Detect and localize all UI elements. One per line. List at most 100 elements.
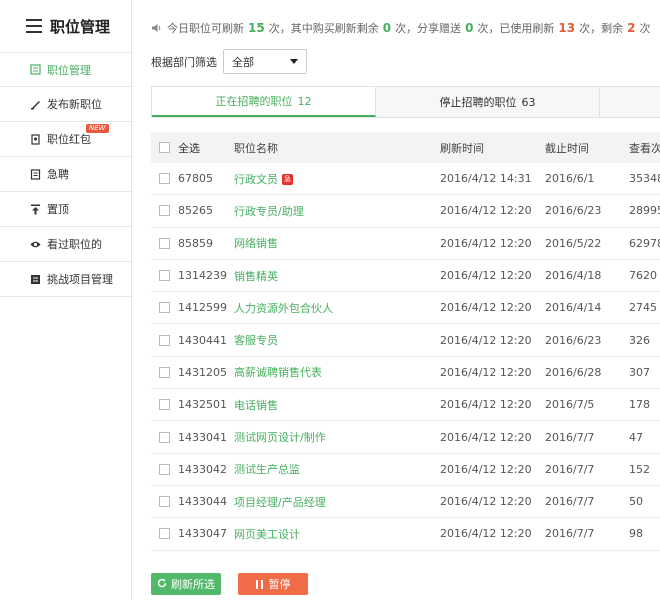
notice-text: 次，其中购买刷新剩余 <box>268 22 379 35</box>
row-checkbox-cell <box>151 496 178 508</box>
row-checkbox[interactable] <box>159 334 170 346</box>
pause-icon <box>255 579 263 589</box>
pause-button[interactable]: 暂停 <box>238 573 308 595</box>
row-checkbox[interactable] <box>159 173 170 185</box>
sidebar-item-manage[interactable]: 职位管理 <box>0 52 131 87</box>
sidebar-item-publish[interactable]: 发布新职位 <box>0 87 131 122</box>
row-checkbox-cell <box>151 302 178 314</box>
refresh-time: 2016/4/12 12:20 <box>440 365 532 379</box>
job-name-link[interactable]: 销售精英 <box>234 270 278 283</box>
end-time: 2016/7/7 <box>545 495 595 509</box>
tab-count: 12 <box>297 94 312 108</box>
job-name-link[interactable]: 人力资源外包合伙人 <box>234 302 333 315</box>
refresh-time: 2016/4/12 12:20 <box>440 204 532 218</box>
notice-remaining: 2 <box>627 21 636 35</box>
tab-label: 停止招聘的职位 <box>439 96 517 109</box>
job-name-link[interactable]: 电话销售 <box>234 399 278 412</box>
view-count: 7620 <box>629 269 657 283</box>
notice-text: 次，剩余 <box>579 22 624 35</box>
table-row: 1433041 测试网页设计/制作 2016/4/12 12:20 2016/7/7 4… <box>151 421 660 454</box>
end-time: 2016/7/7 <box>545 462 595 476</box>
row-checkbox-cell <box>151 431 178 443</box>
end-time: 2016/6/1 <box>545 172 595 186</box>
sidebar-item-viewed[interactable]: 看过职位的 <box>0 227 131 262</box>
select-all-checkbox[interactable] <box>159 142 170 153</box>
filter-label: 根据部门筛选 <box>151 55 217 69</box>
row-checkbox[interactable] <box>159 399 170 411</box>
job-name-cell: 测试生产总监 <box>234 461 440 477</box>
refresh-time: 2016/4/12 12:20 <box>440 269 532 283</box>
refresh-time: 2016/4/12 12:20 <box>440 398 532 412</box>
row-checkbox[interactable] <box>159 270 170 282</box>
department-select[interactable]: 全部 <box>223 49 307 74</box>
row-checkbox-cell <box>151 334 178 346</box>
job-name-link[interactable]: 行政文员 <box>234 173 278 186</box>
row-checkbox[interactable] <box>159 463 170 475</box>
refresh-time: 2016/4/12 12:20 <box>440 333 532 347</box>
job-id: 85265 <box>178 204 213 218</box>
end-time: 2016/5/22 <box>545 236 602 250</box>
row-checkbox[interactable] <box>159 528 170 540</box>
table-row: 1412599 人力资源外包合伙人 2016/4/12 12:20 2016/4/14… <box>151 292 660 325</box>
refresh-time: 2016/4/12 12:20 <box>440 236 532 250</box>
sidebar-title: 职位管理 <box>50 17 111 36</box>
job-name-link[interactable]: 测试生产总监 <box>234 463 300 476</box>
end-time: 2016/6/28 <box>545 365 602 379</box>
job-name-cell: 电话销售 <box>234 397 440 413</box>
list-icon <box>26 19 42 33</box>
job-id: 1430441 <box>178 333 227 347</box>
job-name-cell: 人力资源外包合伙人 <box>234 300 440 316</box>
job-name-link[interactable]: 行政专员/助理 <box>234 205 304 218</box>
refresh-selected-button[interactable]: 刷新所选 <box>151 573 221 595</box>
table-row: 1432501 电话销售 2016/4/12 12:20 2016/7/5 178 <box>151 389 660 422</box>
job-name-link[interactable]: 测试网页设计/制作 <box>234 431 326 444</box>
table-row: 1314239 销售精英 2016/4/12 12:20 2016/4/18 7620 <box>151 260 660 293</box>
table-row: 1433042 测试生产总监 2016/4/12 12:20 2016/7/7 152 <box>151 454 660 486</box>
row-checkbox[interactable] <box>159 302 170 314</box>
refresh-time: 2016/4/12 12:20 <box>440 527 532 541</box>
refresh-time: 2016/4/12 12:20 <box>440 430 532 444</box>
row-checkbox-cell <box>151 366 178 378</box>
row-checkbox[interactable] <box>159 366 170 378</box>
sidebar-item-project[interactable]: 挑战项目管理 <box>0 262 131 297</box>
job-name-link[interactable]: 客服专员 <box>234 334 278 347</box>
job-id: 1433042 <box>178 462 227 476</box>
job-name-link[interactable]: 网页美工设计 <box>234 528 300 541</box>
urgent-icon: 急 <box>282 174 293 186</box>
sidebar-item-label: 置顶 <box>47 203 69 216</box>
view-count: 326 <box>629 333 650 347</box>
tab-active-jobs[interactable]: 正在招聘的职位 12 <box>152 87 376 117</box>
project-icon <box>30 274 41 285</box>
job-name-link[interactable]: 高薪诚聘销售代表 <box>234 366 322 379</box>
refresh-time: 2016/4/12 14:31 <box>440 172 532 186</box>
end-time: 2016/6/23 <box>545 333 602 347</box>
table-row: 1431205 高薪诚聘销售代表 2016/4/12 12:20 2016/6/28 3… <box>151 357 660 390</box>
tab-stopped-jobs[interactable]: 停止招聘的职位 63 <box>376 87 600 117</box>
manage-icon <box>30 64 41 75</box>
sidebar-item-red-packet[interactable]: 职位红包 NEW <box>0 122 131 157</box>
sidebar-item-urgent[interactable]: 急聘 <box>0 157 131 192</box>
sidebar-item-label: 挑战项目管理 <box>47 273 113 286</box>
row-checkbox[interactable] <box>159 431 170 443</box>
row-checkbox[interactable] <box>159 496 170 508</box>
job-name-link[interactable]: 项目经理/产品经理 <box>234 496 326 509</box>
row-checkbox[interactable] <box>159 205 170 217</box>
job-id: 1432501 <box>178 398 227 412</box>
notice-text: 次 <box>639 22 651 35</box>
publish-icon <box>30 99 41 110</box>
end-time: 2016/6/23 <box>545 204 602 218</box>
table-row: 1433044 项目经理/产品经理 2016/4/12 12:20 2016/7/7 5… <box>151 486 660 519</box>
end-time: 2016/7/7 <box>545 527 595 541</box>
job-name-link[interactable]: 网络销售 <box>234 237 278 250</box>
view-count: 2745 <box>629 301 657 315</box>
job-id: 67805 <box>178 172 213 186</box>
refresh-time: 2016/4/12 12:20 <box>440 462 532 476</box>
job-table: 全选 职位名称 刷新时间 截止时间 查看次数 67805行政文员急2016/4/… <box>151 132 660 551</box>
view-count: 178 <box>629 398 650 412</box>
department-filter: 根据部门筛选 全部 <box>151 49 307 74</box>
row-checkbox[interactable] <box>159 237 170 249</box>
tab-count: 63 <box>521 95 536 109</box>
sidebar-item-pin-top[interactable]: 置顶 <box>0 192 131 227</box>
view-count: 62978 <box>629 236 660 250</box>
job-id: 1314239 <box>178 269 227 283</box>
